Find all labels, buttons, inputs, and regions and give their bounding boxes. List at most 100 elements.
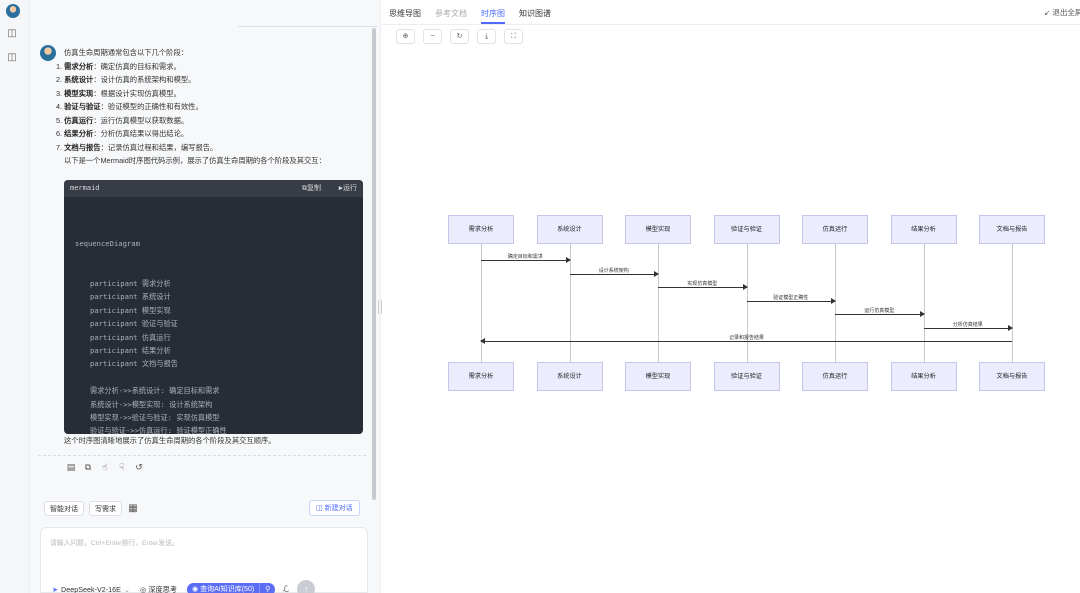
send-button[interactable]: ↑ xyxy=(297,580,316,593)
message-arrow xyxy=(480,338,1012,344)
step-item: 4. 验证与验证：验证模型的正确性和有效性。 xyxy=(56,100,376,114)
panel-splitter[interactable] xyxy=(380,0,381,593)
arrowhead xyxy=(1008,324,1013,331)
arrowhead xyxy=(565,257,571,263)
tab-1[interactable]: 参考文档 xyxy=(435,8,467,24)
actor-top: 需求分析 xyxy=(448,215,514,244)
zoom-out-icon[interactable]: − xyxy=(423,29,442,44)
code-language: mermaid xyxy=(70,184,100,192)
step-item: 3. 模型实现：根据设计实现仿真模型。 xyxy=(56,87,376,101)
code-line: 验证与验证->>仿真运行: 验证模型正确性 xyxy=(90,426,227,434)
thumbs-down-icon[interactable]: ☟ xyxy=(117,462,127,472)
step-number: 2. xyxy=(56,75,63,84)
step-number: 5. xyxy=(56,115,63,125)
tab-2[interactable]: 时序图 xyxy=(481,8,505,24)
actor-top: 系统设计 xyxy=(536,215,603,244)
message-outro: 以下是一个Mermaid时序图代码示例，展示了仿真生命周期的各个阶段及其交互： xyxy=(64,156,326,165)
code-line: participant 仿真运行 xyxy=(90,332,171,342)
message-divider xyxy=(38,455,366,456)
exit-label: 退出全屏 xyxy=(1052,8,1080,17)
message-arrow xyxy=(746,297,836,304)
kb-search-icon[interactable]: ⚲ xyxy=(259,582,276,593)
actor-top: 验证与验证 xyxy=(713,215,780,244)
step-number: 6. xyxy=(56,129,63,138)
step-title: 系统设计 xyxy=(64,75,94,84)
kb-label: 查询AI知识库(50) xyxy=(200,585,255,593)
save-icon[interactable]: ▤ xyxy=(66,462,76,472)
splitter-grip[interactable] xyxy=(378,300,382,314)
arrowhead xyxy=(654,270,659,277)
attachment-icon[interactable]: ℒ xyxy=(281,584,291,593)
new-chat-icon: ◫ xyxy=(316,505,323,512)
code-line: participant 验证与验证 xyxy=(90,319,178,329)
bulb-icon: ◎ xyxy=(140,584,147,593)
chat-scrollbar[interactable] xyxy=(372,28,376,500)
step-desc: ：分析仿真结果以得出结论。 xyxy=(93,129,189,138)
message-label: 设计系统架构 xyxy=(598,267,629,274)
new-chat-button[interactable]: ◫ 新建对话 xyxy=(309,500,360,516)
sequence-diagram: 需求分析 需求分析 系统设计 系统设计 模型实现 模型实现 验证与验证 验证与验证 仿真运行 仿真… xyxy=(448,215,1048,395)
copy-message-icon[interactable]: ⧉ xyxy=(83,462,93,472)
write-requirement-button[interactable]: 写需求 xyxy=(89,501,122,516)
model-icon: ➤ xyxy=(52,584,59,593)
copy-label: 复制 xyxy=(307,184,321,192)
actor-bottom: 需求分析 xyxy=(448,362,514,391)
code-content: sequenceDiagram participant 需求分析 particip… xyxy=(64,197,363,434)
message-label: 运行仿真模型 xyxy=(864,308,895,314)
step-number: 7. xyxy=(56,142,63,152)
lifeline xyxy=(746,244,748,362)
code-line: sequenceDiagram xyxy=(75,238,140,248)
assistant-avatar xyxy=(40,45,56,61)
lifeline xyxy=(1012,244,1013,362)
step-title: 模型实现 xyxy=(64,88,94,98)
code-line: 需求分析->>系统设计: 确定目标和需求 xyxy=(90,386,220,396)
code-line: 系统设计->>模型实现: 设计系统架构 xyxy=(90,399,213,409)
message-intro: 仿真生命周期通常包含以下几个阶段： xyxy=(64,48,189,57)
message-arrow xyxy=(481,257,571,263)
kb-icon: ◉ xyxy=(192,585,199,593)
exit-fullscreen-button[interactable]: ↙ 退出全屏 xyxy=(1044,7,1080,18)
step-item: 1. 需求分析：确定仿真的目标和需求。 xyxy=(56,60,376,74)
actor-bottom: 仿真运行 xyxy=(802,362,868,391)
input-toolbar: ➤ DeepSeek-V2-16E ⌄ ◎ 深度思考 ◉ 查询AI知识库(50)… xyxy=(52,580,316,593)
message-arrow xyxy=(569,270,659,277)
tab-0[interactable]: 思维导图 xyxy=(389,8,421,24)
copy-button[interactable]: ⧉复制 xyxy=(302,180,321,197)
message-label: 实现仿真模型 xyxy=(687,281,718,287)
step-desc: ：验证模型的正确性和有效性。 xyxy=(100,102,203,111)
sidebar-toggle-icon[interactable]: ◫ xyxy=(6,28,18,40)
model-select[interactable]: ➤ DeepSeek-V2-16E ⌄ xyxy=(52,585,130,593)
run-button[interactable]: ▶运行 xyxy=(339,180,357,197)
knowledge-base-button[interactable]: ◉ 查询AI知识库(50) xyxy=(187,582,260,593)
apps-grid-icon[interactable]: ▦ xyxy=(127,503,139,515)
code-line: participant 结果分析 xyxy=(90,346,171,356)
arrowhead xyxy=(480,338,485,344)
download-icon[interactable]: ⤓ xyxy=(477,29,496,44)
left-icon-rail: ◫ ◫ xyxy=(0,0,30,593)
fullscreen-icon[interactable]: ⛶ xyxy=(504,29,523,44)
step-number: 3. xyxy=(56,88,63,98)
message-label: 记录和报告结果 xyxy=(728,335,765,341)
reset-icon[interactable]: ↻ xyxy=(450,29,469,44)
zoom-in-icon[interactable]: ⊕ xyxy=(396,29,415,44)
message-label: 分析仿真结果 xyxy=(952,321,983,328)
step-desc: ：根据设计实现仿真模型。 xyxy=(93,88,181,98)
arrowhead xyxy=(742,284,748,290)
code-line: 模型实现->>验证与验证: 实现仿真模型 xyxy=(90,413,220,423)
regenerate-icon[interactable]: ↺ xyxy=(134,462,144,472)
message-actions: ▤ ⧉ ☝ ☟ ↺ xyxy=(66,462,144,472)
code-line: participant 需求分析 xyxy=(90,279,171,289)
step-number: 4. xyxy=(56,102,63,111)
deep-think-toggle[interactable]: ◎ 深度思考 xyxy=(136,583,181,593)
new-chat-icon[interactable]: ◫ xyxy=(6,52,18,64)
tab-3[interactable]: 知识图谱 xyxy=(519,8,551,24)
step-desc: ：运行仿真模型以获取数据。 xyxy=(93,115,189,125)
user-avatar[interactable] xyxy=(6,4,20,18)
step-list: 1. 需求分析：确定仿真的目标和需求。 2. 系统设计：设计仿真的系统架构和模型。… xyxy=(56,60,376,155)
smart-chat-button[interactable]: 智能对话 xyxy=(44,501,84,516)
step-item: 7. 文档与报告：记录仿真过程和结果，编写报告。 xyxy=(56,141,376,155)
step-title: 文档与报告 xyxy=(64,142,101,152)
actor-top: 仿真运行 xyxy=(802,215,868,244)
thumbs-up-icon[interactable]: ☝ xyxy=(100,462,110,472)
